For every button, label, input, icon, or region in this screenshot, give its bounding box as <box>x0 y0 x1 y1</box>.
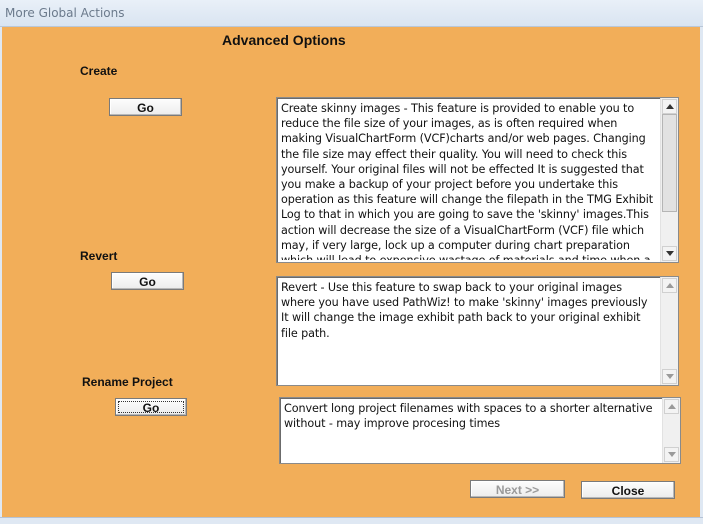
rename-description-scrollbar[interactable] <box>662 398 680 463</box>
scroll-down-button[interactable] <box>664 447 679 462</box>
arrow-down-icon <box>668 452 676 457</box>
create-label: Create <box>80 64 118 78</box>
rename-project-label: Rename Project <box>82 375 173 389</box>
close-button[interactable]: Close <box>581 481 675 499</box>
rename-go-button[interactable]: Go <box>115 398 187 416</box>
arrow-up-icon <box>666 283 674 288</box>
scroll-up-button[interactable] <box>662 278 677 293</box>
create-description-scrollbar[interactable] <box>660 98 678 262</box>
window-title: More Global Actions <box>5 6 125 20</box>
arrow-down-icon <box>666 251 674 256</box>
arrow-down-icon <box>666 374 674 379</box>
create-description-text: Create skinny images - This feature is p… <box>281 102 654 260</box>
create-go-button[interactable]: Go <box>109 98 182 116</box>
scroll-down-button[interactable] <box>662 369 677 384</box>
create-description-textarea[interactable]: Create skinny images - This feature is p… <box>276 97 679 263</box>
revert-description-text: Revert - Use this feature to swap back t… <box>281 281 648 340</box>
revert-go-button[interactable]: Go <box>111 272 184 290</box>
arrow-up-icon <box>668 404 676 409</box>
revert-description-textarea[interactable]: Revert - Use this feature to swap back t… <box>276 276 679 386</box>
scroll-thumb[interactable] <box>662 114 677 212</box>
revert-description-scrollbar[interactable] <box>660 277 678 385</box>
scroll-up-button[interactable] <box>664 399 679 414</box>
dialog-window: More Global Actions Advanced Options Cre… <box>0 0 703 524</box>
arrow-up-icon <box>666 104 674 109</box>
page-title: Advanced Options <box>222 32 346 48</box>
revert-label: Revert <box>80 249 118 263</box>
rename-description-text: Convert long project filenames with spac… <box>284 402 653 431</box>
next-button[interactable]: Next >> <box>470 480 565 498</box>
rename-description-textarea[interactable]: Convert long project filenames with spac… <box>279 397 681 464</box>
scroll-down-button[interactable] <box>662 246 677 261</box>
title-bar[interactable]: More Global Actions <box>0 0 703 27</box>
scroll-up-button[interactable] <box>662 99 677 114</box>
